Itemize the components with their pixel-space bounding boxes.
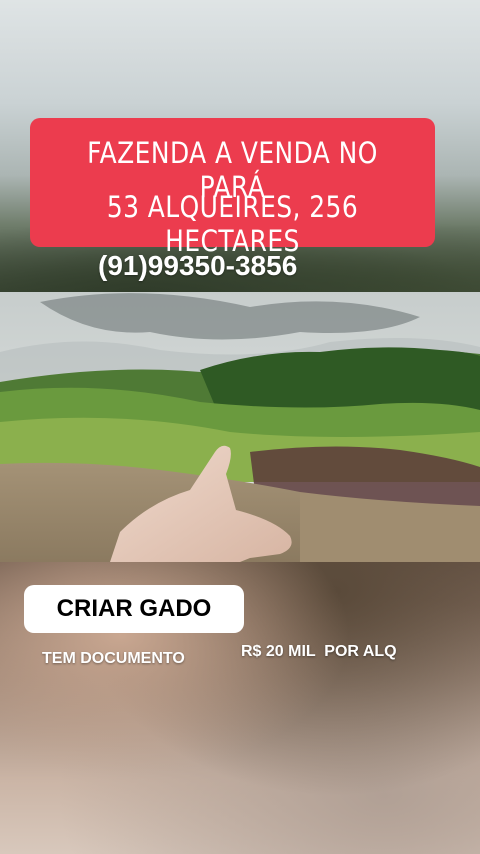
farm-landscape-photo [0, 292, 480, 562]
headline-banner: FAZENDA A VENDA NO PARÁ 53 ALQUEIRES, 25… [30, 118, 435, 258]
price-note: R$ 20 MIL POR ALQ [241, 643, 397, 660]
contact-phone: (91)99350-3856 [98, 250, 298, 281]
document-note: TEM DOCUMENTO [42, 650, 185, 667]
purpose-label: CRIAR GADO [56, 595, 212, 622]
headline-line-2: 53 ALQUEIRES, 256 HECTARES [106, 190, 359, 258]
purpose-badge: CRIAR GADO [24, 585, 244, 633]
